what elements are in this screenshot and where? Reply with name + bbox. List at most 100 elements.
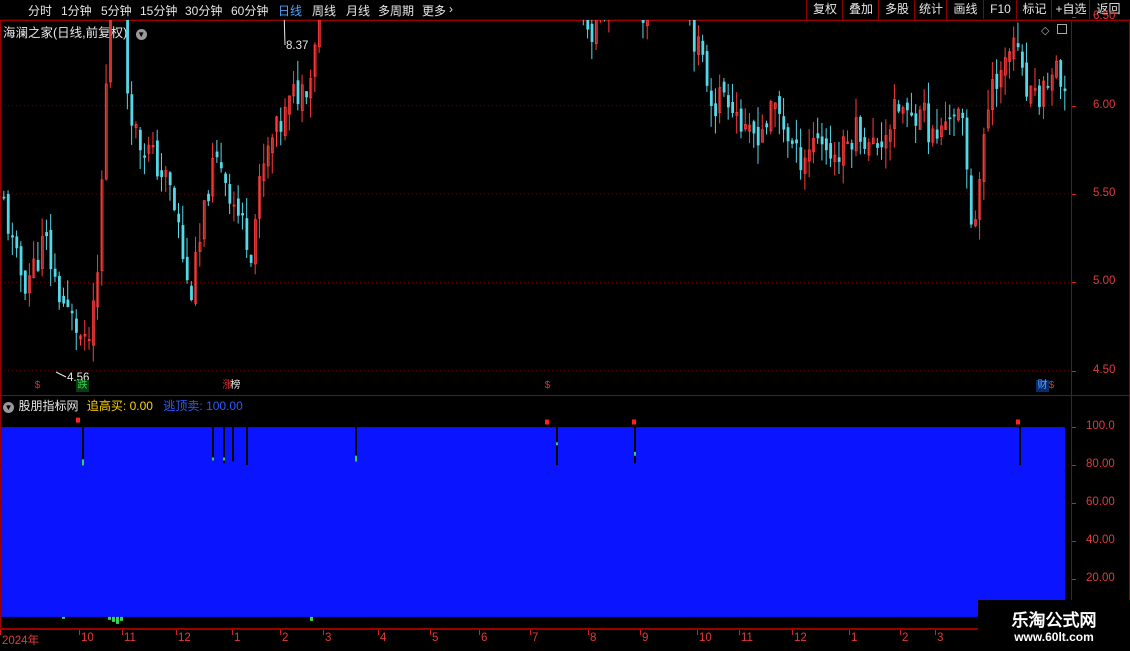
period-tab[interactable]: 周线: [312, 2, 336, 19]
candle-body: [57, 275, 61, 303]
candle-body: [790, 140, 794, 144]
time-tick: [530, 630, 531, 635]
price-tick-label: 6.50: [1093, 10, 1116, 23]
toolbar-button[interactable]: 统计: [914, 0, 947, 19]
time-tick: [323, 630, 324, 635]
candle-body: [752, 121, 756, 134]
period-tab[interactable]: 60分钟: [231, 2, 268, 19]
candle-body: [62, 295, 66, 304]
toolbar-button[interactable]: +自选: [1051, 0, 1090, 19]
candle-body: [897, 104, 901, 112]
time-tick-label: 3: [325, 632, 332, 644]
toolbar-button[interactable]: 多股: [878, 0, 915, 19]
candle-body: [726, 95, 730, 108]
high-pointer: [283, 20, 286, 46]
escape-sell-area: [1, 427, 1065, 617]
indicator-tick-label: 20.00: [1086, 571, 1115, 584]
time-tick: [935, 630, 936, 635]
time-tick-label: 2024年: [2, 635, 40, 647]
toolbar-button[interactable]: F10: [983, 0, 1017, 19]
candle-body: [590, 23, 594, 42]
candlestick-chart[interactable]: 8.374.56: [0, 20, 1071, 396]
candle-body: [1038, 85, 1041, 108]
event-marker[interactable]: 榜: [230, 380, 241, 392]
candle-body: [641, 20, 645, 23]
time-tick: [232, 630, 233, 635]
buy-signal-marker: [76, 417, 80, 423]
candle-body: [756, 126, 760, 146]
buy-signal-marker: [1016, 419, 1020, 425]
signal-tick: [556, 442, 558, 446]
time-tick: [0, 630, 1, 635]
candle-body: [49, 229, 53, 270]
indicator-tick-label: 100.0: [1086, 420, 1115, 433]
candle-body: [11, 235, 14, 238]
candle-body: [965, 117, 969, 170]
period-tab[interactable]: 日线: [278, 2, 302, 19]
period-tab[interactable]: 5分钟: [101, 2, 132, 19]
candle-body: [905, 102, 909, 111]
candle-body: [190, 285, 193, 301]
axis-tick: [1072, 540, 1076, 542]
candle-body: [722, 81, 726, 93]
time-tick-label: 12: [794, 632, 807, 644]
event-marker[interactable]: $: [542, 380, 553, 392]
candle-body: [837, 157, 841, 162]
toolbar-button[interactable]: 叠加: [842, 0, 879, 19]
candle-body: [45, 232, 49, 237]
candle-body: [1063, 88, 1067, 92]
chase-buy-bar: [310, 616, 313, 621]
indicator-axis: 100.0 80.00 60.00 40.00 20.00: [1072, 395, 1130, 629]
event-marker[interactable]: $: [1046, 380, 1057, 392]
candle-body: [859, 116, 862, 142]
chevron-right-icon[interactable]: ›: [449, 2, 453, 16]
candle-body: [765, 123, 769, 128]
candle-body: [1046, 86, 1050, 88]
toolbar-button[interactable]: 复权: [806, 0, 843, 19]
candle-body: [228, 184, 232, 204]
time-tick: [122, 630, 123, 635]
period-tab[interactable]: 多周期: [378, 2, 414, 19]
event-marker[interactable]: 跌: [76, 380, 89, 392]
period-tab[interactable]: 更多: [422, 2, 446, 19]
period-tab[interactable]: 分时: [28, 2, 52, 19]
toolbar-button[interactable]: 画线: [946, 0, 984, 19]
time-tick: [900, 630, 901, 635]
indicator-tick-label: 60.00: [1086, 496, 1115, 509]
escape-sell-dip: [634, 427, 636, 464]
chase-buy-bar: [62, 616, 65, 619]
period-tab[interactable]: 15分钟: [140, 2, 177, 19]
escape-sell-dip: [212, 427, 214, 460]
candle-body: [995, 73, 999, 89]
time-tick-label: 6: [481, 632, 488, 644]
candle-body: [2, 196, 6, 199]
axis-tick: [1072, 282, 1076, 284]
candle-body: [910, 112, 914, 116]
chase-buy-bar: [120, 616, 123, 621]
candle-body: [952, 114, 956, 117]
event-marker[interactable]: $: [32, 380, 43, 392]
candle-body: [23, 270, 27, 294]
candle-body: [914, 113, 918, 126]
toolbar-button[interactable]: 标记: [1016, 0, 1052, 19]
high-price-label: 8.37: [286, 40, 308, 52]
escape-sell-dip: [246, 427, 248, 466]
candle-body: [236, 198, 240, 216]
candle-body: [1059, 60, 1063, 87]
escape-sell-dip: [232, 427, 234, 462]
indicator-chart[interactable]: [0, 395, 1071, 629]
time-tick: [176, 630, 177, 635]
price-tick-label: 4.50: [1093, 363, 1116, 376]
period-tab[interactable]: 月线: [346, 2, 370, 19]
candle-body: [241, 213, 245, 216]
candle-body: [829, 143, 833, 159]
indicator-tick-label: 80.00: [1086, 458, 1115, 471]
time-tick-label: 10: [699, 632, 712, 644]
time-tick: [79, 630, 80, 635]
period-tab[interactable]: 1分钟: [61, 2, 92, 19]
indicator-tick-label: 40.00: [1086, 533, 1115, 546]
period-tab[interactable]: 30分钟: [185, 2, 222, 19]
axis-tick: [1072, 370, 1076, 372]
candle-body: [19, 246, 23, 276]
candle-body: [586, 20, 590, 30]
